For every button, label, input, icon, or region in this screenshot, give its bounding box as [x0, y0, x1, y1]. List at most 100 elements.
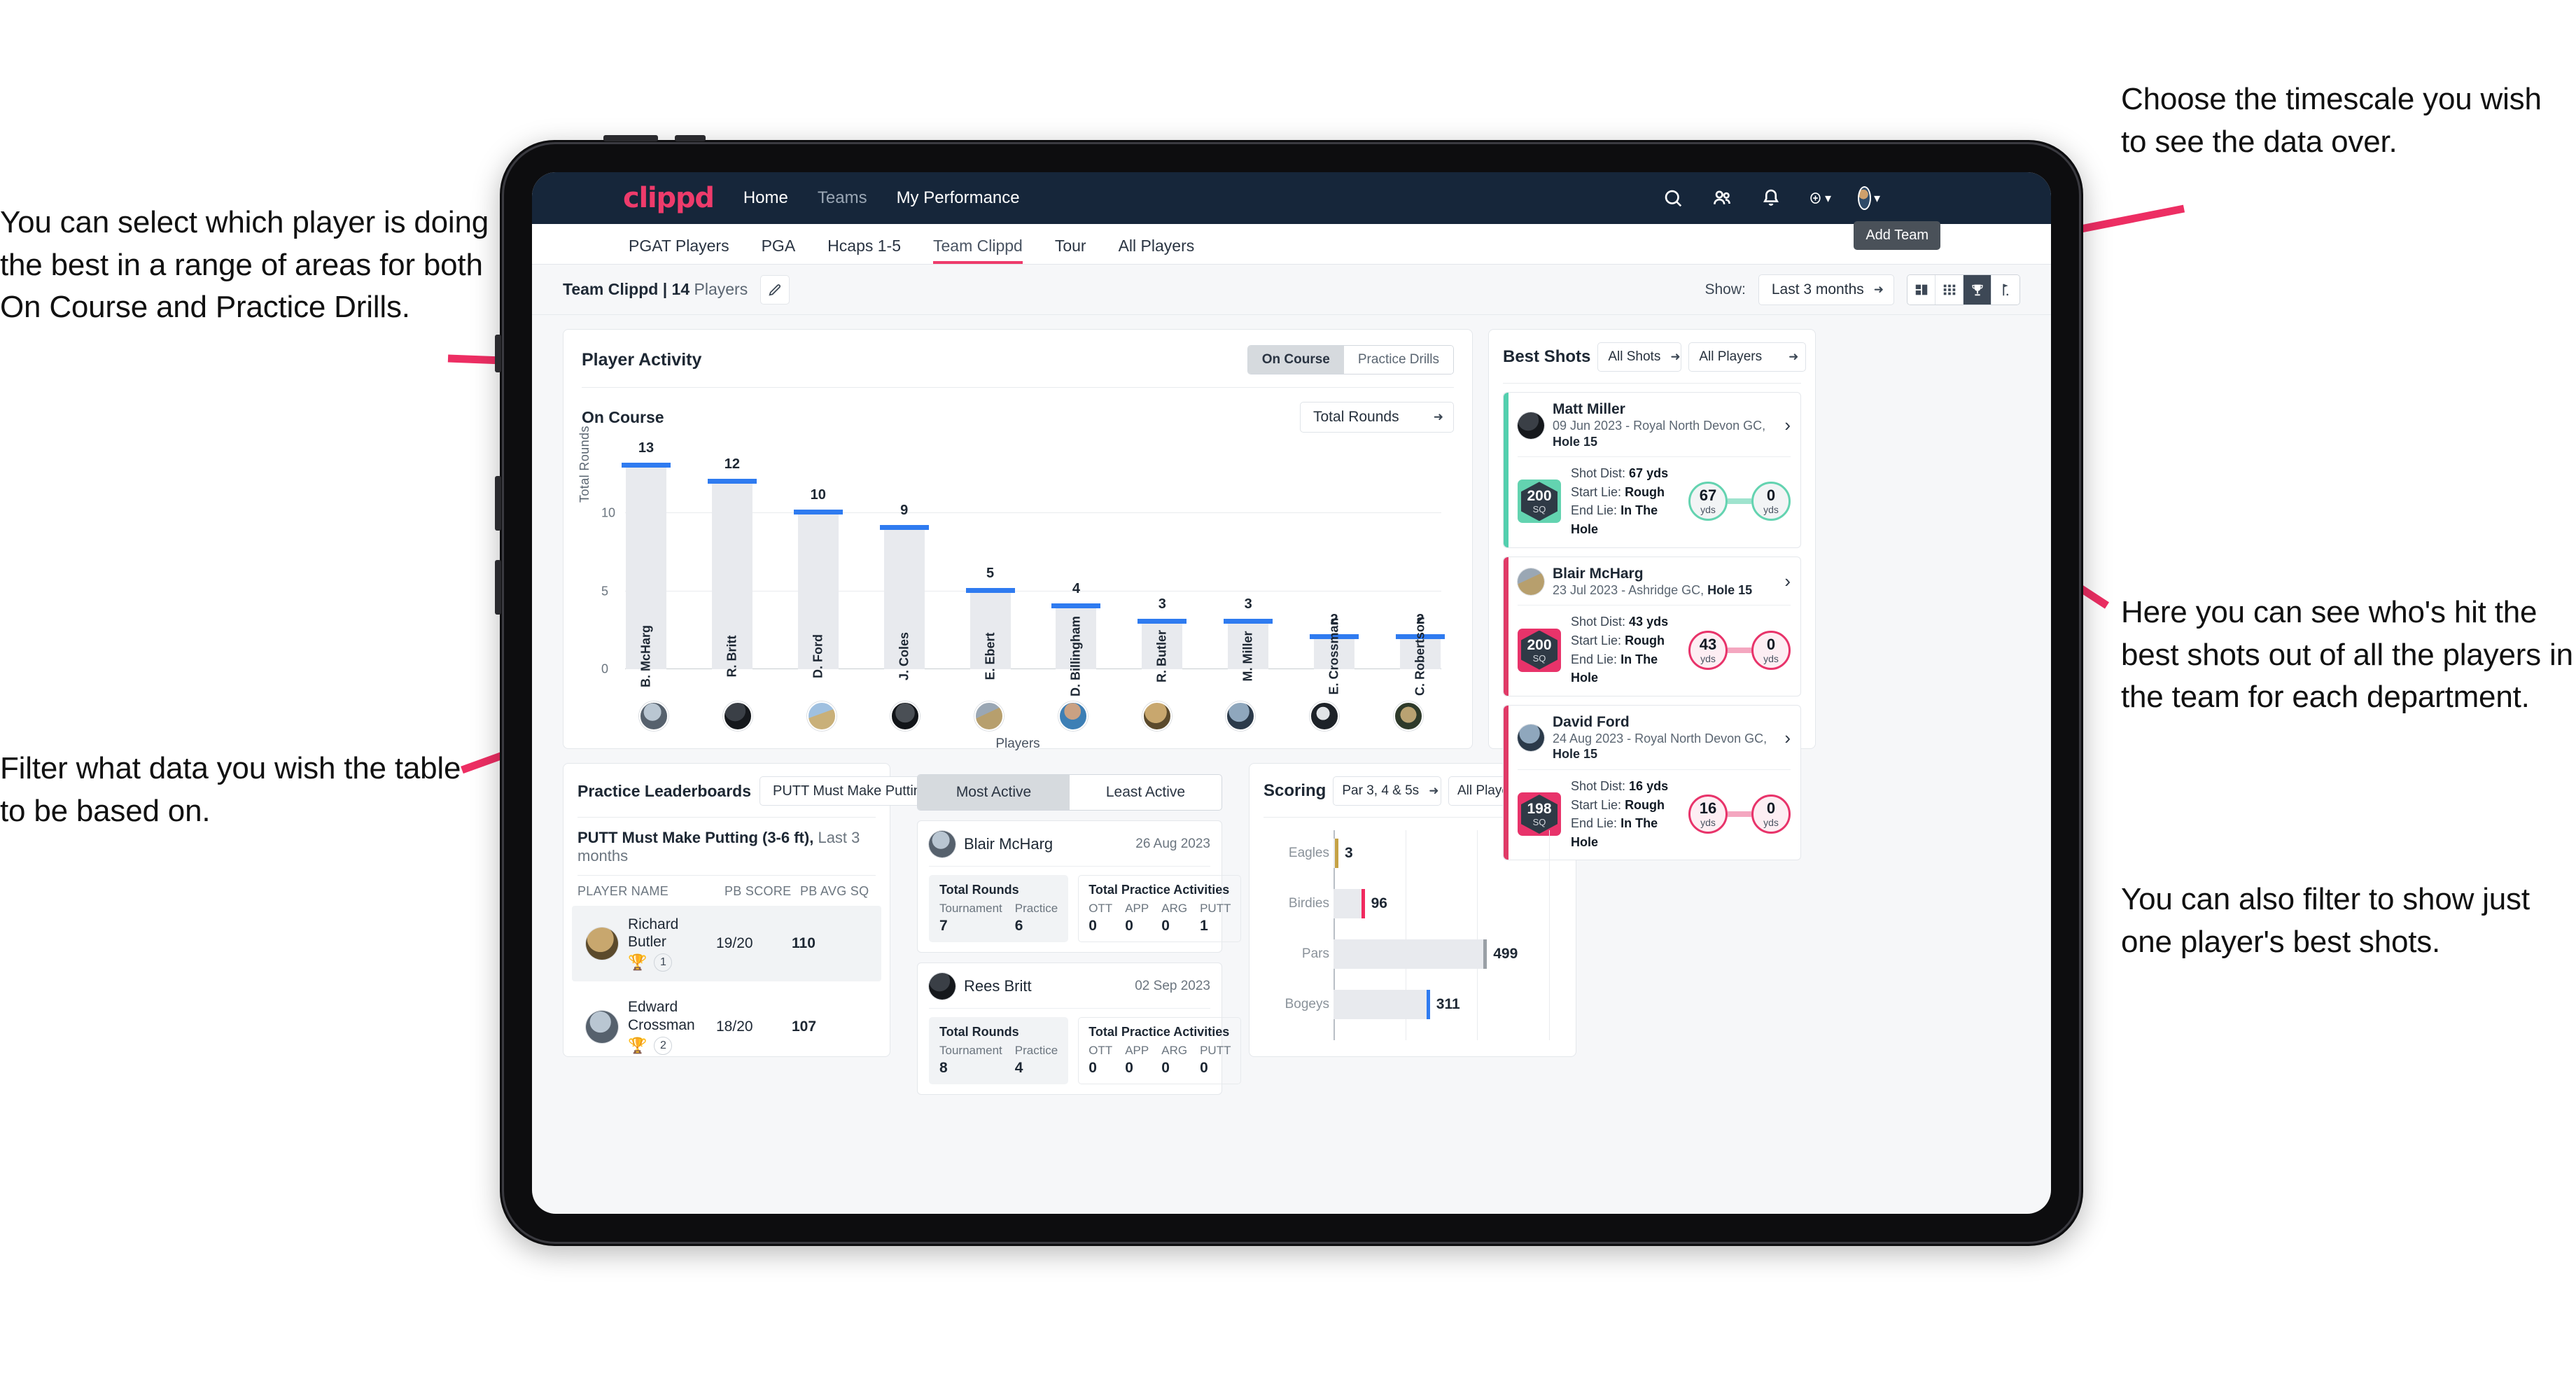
chart-player-avatar[interactable] — [1226, 701, 1256, 731]
tab-all-players[interactable]: All Players — [1119, 237, 1195, 264]
timescale-select[interactable]: Last 3 months ➜ — [1758, 274, 1894, 305]
player-activity-subheader: On Course Total Rounds ➜ — [564, 388, 1472, 433]
chevron-right-icon[interactable]: › — [1784, 570, 1791, 592]
chart-bar-column[interactable]: 2 C. Robertson — [1395, 451, 1445, 696]
player-activity-chart: Total Rounds 0 5 10 13 B. McHarg 12 R. Britt 10… — [578, 426, 1454, 697]
metric-select[interactable]: Total Rounds ➜ — [1300, 402, 1454, 433]
scoring-bar-row[interactable]: Pars 499 — [1302, 939, 1563, 969]
nav-link-teams[interactable]: Teams — [818, 188, 867, 208]
scoring-bar-row[interactable]: Eagles 3 — [1289, 839, 1563, 868]
leaderboard-row[interactable]: Richard Butler 🏆 1 19/20 110 — [572, 906, 881, 982]
tab-pga[interactable]: PGA — [762, 237, 796, 264]
chart-bar-column[interactable]: 13 B. McHarg — [622, 440, 671, 687]
shot-quality-badge: 200 SQ — [1518, 479, 1561, 524]
player-activity-header: Player Activity On Course Practice Drill… — [564, 330, 1472, 374]
end-lie-label: End Lie: — [1571, 816, 1618, 831]
avatar[interactable]: ▾ — [1858, 186, 1880, 210]
avatar-chevron-down-icon[interactable]: ▾ — [1874, 191, 1880, 206]
chart-bar-column[interactable]: 9 J. Coles — [879, 451, 929, 680]
chart-bar[interactable]: R. Britt — [707, 478, 757, 678]
tab-least-active[interactable]: Least Active — [1070, 775, 1222, 810]
best-shots-shot-filter[interactable]: All Shots ➜ — [1597, 342, 1682, 372]
tab-tour[interactable]: Tour — [1055, 237, 1086, 264]
chevron-right-icon[interactable]: › — [1784, 414, 1791, 436]
chart-bar[interactable]: D. Ford — [793, 510, 843, 678]
clippd-logo[interactable]: clippd — [623, 182, 715, 214]
chart-player-avatar[interactable] — [1058, 701, 1088, 731]
toggle-on-course[interactable]: On Course — [1247, 346, 1344, 374]
plus-chevron-down-icon[interactable]: ▾ — [1825, 191, 1831, 206]
scoring-bar-tip — [1335, 839, 1338, 868]
chart-bar-column[interactable]: 3 R. Butler — [1138, 451, 1187, 682]
chart-player-avatar[interactable] — [806, 701, 836, 731]
chart-bar-cap — [707, 478, 757, 484]
cards-view-button[interactable] — [1907, 274, 1935, 304]
bell-icon[interactable] — [1760, 187, 1782, 209]
people-icon[interactable] — [1711, 187, 1733, 209]
chart-player-avatar[interactable] — [722, 701, 752, 731]
chart-player-avatar[interactable] — [1142, 701, 1172, 731]
hexagon-icon: 198 SQ — [1521, 794, 1558, 834]
plus-circle-icon[interactable]: ▾ — [1809, 187, 1831, 209]
shot-distance-diagram: 67 yds 0 yds — [1688, 482, 1791, 522]
chart-player-avatar[interactable] — [890, 701, 920, 731]
leaderboard-column-headers: PLAYER NAME PB SCORE PB AVG SQ — [564, 876, 890, 899]
shot-dist-line: Shot Dist: 16 yds — [1571, 777, 1679, 796]
activity-player-card[interactable]: Rees Britt 02 Sep 2023 Total Rounds Tournam… — [917, 962, 1242, 1095]
total-rounds-box: Total Rounds Tournament 8 Practice 4 — [929, 1017, 1069, 1084]
chart-bar[interactable]: J. Coles — [879, 525, 929, 680]
chart-player-avatar[interactable] — [1393, 701, 1423, 731]
grid-view-button[interactable] — [1935, 274, 1963, 304]
chart-bar-column[interactable]: 5 E. Ebert — [965, 451, 1015, 680]
best-shots-player-filter[interactable]: All Players ➜ — [1688, 342, 1807, 372]
scoring-category-label: Birdies — [1288, 896, 1329, 911]
chart-player-avatar[interactable] — [974, 701, 1004, 731]
best-shot-card[interactable]: Blair McHarg 23 Jul 2023 - Ashridge GC, H… — [1503, 556, 1801, 696]
tab-most-active[interactable]: Most Active — [918, 775, 1070, 810]
nav-link-home[interactable]: Home — [743, 188, 788, 208]
trophy-view-button[interactable] — [1963, 274, 1991, 304]
edit-team-button[interactable] — [760, 274, 790, 304]
chart-bar-column[interactable]: 4 D. Billingham — [1051, 451, 1101, 696]
total-rounds-title: Total Rounds — [939, 1025, 1019, 1039]
chart-y-tick: 5 — [601, 584, 609, 598]
activity-card-header: Blair McHarg 26 Aug 2023 — [929, 831, 1210, 858]
scoring-par-filter[interactable]: Par 3, 4 & 5s ➜ — [1333, 776, 1441, 806]
tab-pgat-players[interactable]: PGAT Players — [629, 237, 729, 264]
tab-hcaps-1-5[interactable]: Hcaps 1-5 — [827, 237, 901, 264]
best-shot-card[interactable]: Matt Miller 09 Jun 2023 - Royal North Dev… — [1503, 392, 1801, 548]
chart-bar[interactable]: C. Robertson — [1395, 617, 1445, 696]
shot-end-distance-value: 0 — [1766, 486, 1776, 505]
tab-team-clippd[interactable]: Team Clippd — [933, 237, 1023, 264]
chart-bar[interactable]: D. Billingham — [1051, 603, 1101, 696]
practice-leaderboards-header: Practice Leaderboards PUTT Must Make Put… — [564, 764, 965, 806]
chart-bar-column[interactable]: 12 R. Britt — [707, 451, 757, 678]
chart-bar-column[interactable]: 3 M. Miller — [1224, 451, 1273, 682]
toggle-practice-drills[interactable]: Practice Drills — [1343, 346, 1453, 374]
column-header-pb-avg-sq: PB AVG SQ — [800, 884, 869, 898]
chevron-right-icon[interactable]: › — [1784, 727, 1791, 749]
scoring-bar-row[interactable]: Bogeys 311 — [1285, 990, 1563, 1019]
chart-player-avatar[interactable] — [1310, 701, 1340, 731]
search-icon[interactable] — [1662, 187, 1684, 209]
team-player-count: 14 — [671, 280, 690, 298]
scoring-bar-row[interactable]: Birdies 96 — [1289, 889, 1563, 918]
drill-select[interactable]: PUTT Must Make Putting ... ➜ — [760, 776, 965, 806]
chart-bar-column[interactable]: 2 E. Crossman — [1310, 451, 1359, 695]
chart-bar-label: E. Ebert — [983, 632, 997, 680]
flag-view-button[interactable] — [1991, 274, 2019, 304]
chart-player-avatar[interactable] — [639, 701, 668, 731]
chart-bar[interactable]: E. Crossman — [1310, 617, 1359, 695]
chart-bar[interactable]: B. McHarg — [622, 463, 671, 687]
chart-bar[interactable]: R. Butler — [1138, 619, 1187, 682]
chart-bar-column[interactable]: 10 D. Ford — [793, 451, 843, 678]
shot-dist-value: 43 yds — [1629, 615, 1669, 629]
scoring-bar-value: 311 — [1436, 996, 1460, 1012]
chart-bar[interactable]: M. Miller — [1224, 619, 1273, 682]
scoring-bar-tip — [1483, 939, 1488, 969]
chart-bar[interactable]: E. Ebert — [965, 587, 1015, 680]
leaderboard-row[interactable]: Edward Crossman 🏆 2 18/20 107 — [572, 988, 881, 1064]
leaderboard-pb-avg-sq: 110 — [792, 935, 816, 952]
activity-player-card[interactable]: Blair McHarg 26 Aug 2023 Total Rounds Tourn… — [917, 820, 1242, 953]
nav-link-my-performance[interactable]: My Performance — [897, 188, 1020, 208]
